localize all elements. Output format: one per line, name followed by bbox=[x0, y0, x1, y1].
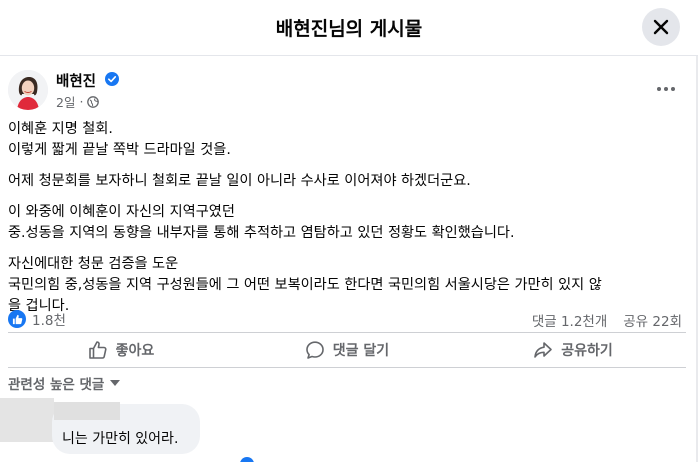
post-line: 이혜훈 지명 철회. bbox=[8, 121, 113, 137]
globe-icon bbox=[87, 95, 100, 108]
thumb-up-icon bbox=[12, 314, 22, 324]
modal-title: 배현진님의 게시물 bbox=[275, 18, 423, 40]
like-icon bbox=[8, 310, 26, 328]
post-line: 어제 청문회를 보자하니 철회로 끝날 일이 아니라 수사로 이어져야 하겠더군… bbox=[8, 173, 471, 189]
share-button[interactable]: 공유하기 bbox=[460, 333, 686, 367]
reactions-summary[interactable]: 1.8천 bbox=[8, 309, 66, 329]
sort-label[interactable]: 관련성 높은 댓글 bbox=[8, 373, 104, 393]
commenter-name-redacted[interactable] bbox=[54, 402, 120, 420]
post-line: 이 와중에 이혜훈이 자신의 지역구였던 bbox=[8, 204, 235, 220]
like-button[interactable]: 좋아요 bbox=[8, 333, 234, 367]
like-button-label[interactable]: 좋아요 bbox=[116, 340, 155, 360]
share-icon bbox=[534, 342, 553, 358]
modal-header: 배현진님의 게시물 bbox=[0, 0, 698, 56]
comment-icon bbox=[305, 341, 324, 359]
post-paragraph: 이혜훈 지명 철회. 이렇게 짧게 끝날 쪽박 드라마일 것을. bbox=[8, 119, 686, 161]
avatar-image bbox=[8, 70, 48, 110]
post-paragraph: 어제 청문회를 보자하니 철회로 끝날 일이 아니라 수사로 이어져야 하겠더군… bbox=[8, 171, 686, 192]
comment-button[interactable]: 댓글 달기 bbox=[234, 333, 460, 367]
post-line: 국민의힘 중,성동을 지역 구성원들에 그 어떤 보복이라도 한다면 국민의힘 … bbox=[8, 277, 602, 293]
share-button-label[interactable]: 공유하기 bbox=[561, 340, 613, 360]
comment-button-label[interactable]: 댓글 달기 bbox=[333, 340, 389, 360]
engagement-counts: 댓글 1.2천개 공유 22회 bbox=[532, 310, 682, 330]
author-name[interactable]: 배현진 bbox=[56, 70, 96, 91]
reaction-count[interactable]: 1.8천 bbox=[32, 309, 66, 329]
share-count[interactable]: 공유 22회 bbox=[623, 310, 682, 330]
close-button[interactable] bbox=[642, 8, 680, 46]
post-paragraph: 자신에대한 청문 검증을 도운 국민의힘 중,성동을 지역 구성원들에 그 어떤… bbox=[8, 254, 686, 317]
commenter-avatar-redacted[interactable] bbox=[0, 398, 54, 442]
post-time-label[interactable]: 2일 bbox=[56, 92, 75, 111]
verified-badge-icon bbox=[105, 72, 119, 86]
more-horizontal-icon bbox=[657, 87, 675, 91]
caret-down-icon bbox=[110, 380, 121, 386]
comment-text: 니는 가만히 있어라. bbox=[62, 431, 179, 447]
author-avatar[interactable] bbox=[8, 70, 48, 110]
post-body: 이혜훈 지명 철회. 이렇게 짧게 끝날 쪽박 드라마일 것을. 어제 청문회를… bbox=[8, 119, 686, 317]
more-options-button[interactable] bbox=[652, 78, 680, 100]
verified-badge-icon bbox=[240, 457, 254, 462]
post-paragraph: 이 와중에 이혜훈이 자신의 지역구였던 중.성동을 지역의 동향을 내부자를 … bbox=[8, 202, 686, 244]
post-timestamp[interactable]: 2일 · bbox=[56, 92, 100, 111]
post-line: 이렇게 짧게 끝날 쪽박 드라마일 것을. bbox=[8, 142, 231, 158]
comment-count[interactable]: 댓글 1.2천개 bbox=[532, 310, 607, 330]
comment-sort-dropdown[interactable]: 관련성 높은 댓글 bbox=[8, 373, 121, 393]
thumb-up-outline-icon bbox=[88, 341, 107, 359]
action-bar: 좋아요 댓글 달기 공유하기 bbox=[8, 332, 686, 368]
post-line: 자신에대한 청문 검증을 도운 bbox=[8, 256, 179, 272]
post-line: 중.성동을 지역의 동향을 내부자를 통해 추적하고 염탐하고 있던 정황도 확… bbox=[8, 225, 515, 241]
dot-separator: · bbox=[79, 94, 84, 109]
close-icon bbox=[653, 19, 669, 35]
